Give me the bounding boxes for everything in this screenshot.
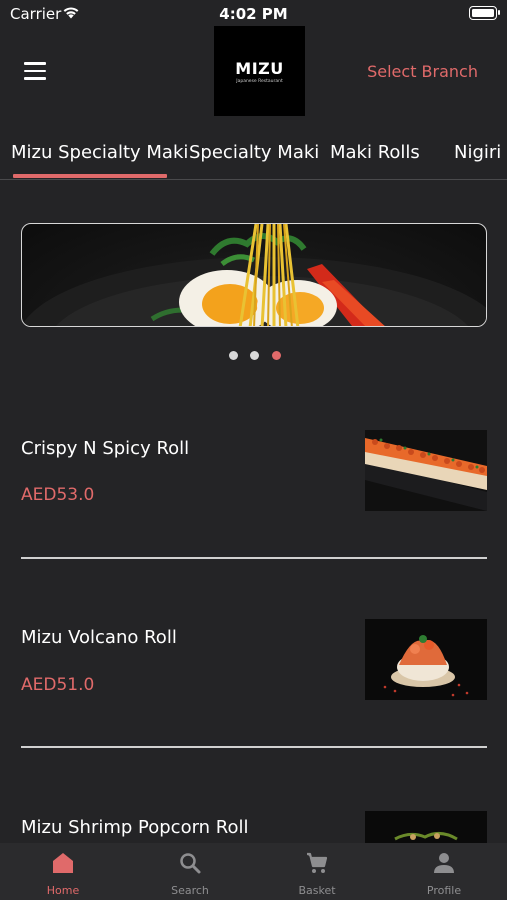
clock: 4:02 PM — [219, 5, 288, 23]
nav-profile-label: Profile — [426, 884, 462, 897]
item-name: Mizu Volcano Roll — [21, 627, 177, 648]
home-icon — [53, 853, 73, 873]
carousel-dots — [0, 351, 507, 361]
cart-icon — [307, 852, 328, 873]
tab-mizu-specialty-maki[interactable]: Mizu Specialty Maki — [11, 142, 188, 163]
carousel-dot[interactable] — [250, 351, 259, 360]
item-image — [365, 430, 487, 511]
select-branch-button[interactable]: Select Branch — [367, 62, 478, 81]
ramen-bowl-image — [22, 224, 486, 326]
divider — [21, 557, 487, 559]
item-name: Mizu Shrimp Popcorn Roll — [21, 817, 249, 838]
carousel-dot[interactable] — [229, 351, 238, 360]
nav-home[interactable]: Home — [0, 843, 126, 900]
menu-item[interactable]: Mizu Volcano Roll AED51.0 — [0, 610, 507, 710]
nav-profile[interactable]: Profile — [381, 843, 507, 900]
nav-home-label: Home — [46, 884, 80, 897]
nav-search[interactable]: Search — [127, 843, 253, 900]
hamburger-menu-icon[interactable] — [24, 62, 46, 80]
status-bar: Carrier 4:02 PM — [0, 0, 507, 28]
carousel-dot-active[interactable] — [272, 351, 281, 360]
profile-icon — [434, 853, 454, 873]
category-tabs: Mizu Specialty Maki Specialty Maki Maki … — [0, 138, 507, 180]
logo-text: MIZU — [235, 58, 284, 78]
item-name: Crispy N Spicy Roll — [21, 438, 190, 459]
nav-basket-label: Basket — [298, 884, 336, 897]
tab-nigiri[interactable]: Nigiri — [454, 142, 501, 163]
item-price: AED51.0 — [21, 675, 95, 695]
tab-maki-rolls[interactable]: Maki Rolls — [330, 142, 420, 163]
item-image — [365, 811, 487, 843]
item-price: AED53.0 — [21, 485, 95, 505]
item-image — [365, 619, 487, 700]
bottom-navigation: Home Search Basket Profile — [0, 843, 507, 900]
battery-icon — [469, 6, 500, 20]
nav-basket[interactable]: Basket — [254, 843, 380, 900]
search-icon — [180, 853, 201, 874]
tab-specialty-maki[interactable]: Specialty Maki — [189, 142, 319, 163]
promo-banner[interactable] — [21, 223, 487, 327]
menu-item[interactable]: Crispy N Spicy Roll AED53.0 — [0, 420, 507, 520]
header: MIZU Japanese Restaurant Select Branch — [0, 26, 507, 118]
active-tab-indicator — [13, 174, 167, 178]
divider — [21, 746, 487, 748]
logo-subtext: Japanese Restaurant — [236, 78, 283, 84]
nav-search-label: Search — [171, 884, 209, 897]
restaurant-logo: MIZU Japanese Restaurant — [214, 26, 305, 116]
